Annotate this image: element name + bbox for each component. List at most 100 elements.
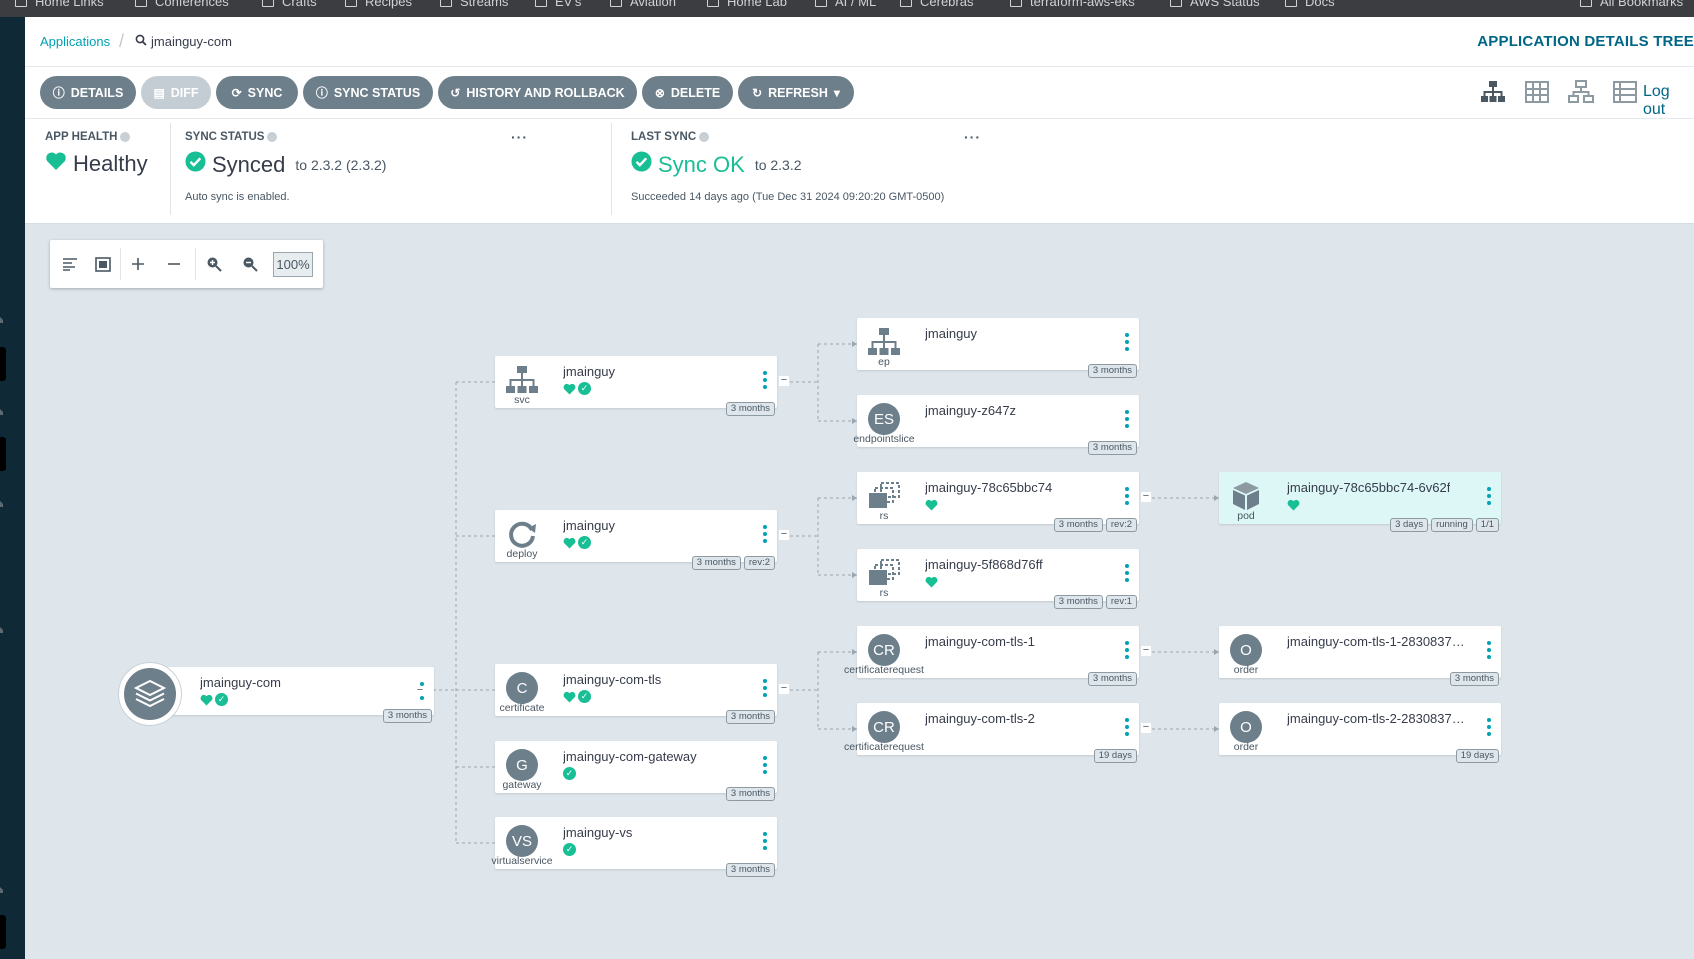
resource-node-endpointslice[interactable]: ES endpointslice jmainguy-z647z 3 months [853,395,1139,455]
node-menu-button[interactable] [1125,564,1129,582]
node-status [925,498,938,511]
node-name: jmainguy-com-tls-1-2830837… [1287,634,1465,649]
node-tags: 3 months [382,709,432,723]
node-menu-button[interactable] [763,756,767,774]
age-tag: 3 days [1390,518,1429,532]
node-status: ✓ [563,382,591,395]
age-tag: 19 days [1093,749,1137,763]
revision-tag: rev:2 [743,556,775,570]
node-menu-button[interactable] [1125,641,1129,659]
resource-node-certificaterequest[interactable]: CR certificaterequest jmainguy-com-tls-2… [844,703,1151,763]
application-icon [119,663,181,725]
collapse-toggle[interactable]: − [1141,645,1151,656]
service-icon [505,363,539,397]
node-tags: 3 months rev:1 [1053,595,1137,609]
node-tags: 3 months [725,402,775,416]
node-kind: certificaterequest [844,741,924,753]
zoom-out-icon[interactable] [238,252,262,276]
resource-node-svc[interactable]: svc jmainguy ✓ 3 months − [495,356,789,416]
node-kind: deploy [506,548,538,560]
node-tags: 19 days [1455,749,1499,763]
divider [195,248,196,280]
ready-tag: 1/1 [1475,518,1499,532]
node-kind: pod [1237,510,1255,522]
collapse-toggle[interactable]: − [779,683,789,694]
pod-icon [1229,479,1263,513]
age-tag: 3 months [1449,672,1499,686]
collapse-toggle[interactable]: − [779,375,789,386]
node-status: ✓ [563,536,591,549]
resource-node-gateway[interactable]: G gateway jmainguy-com-gateway ✓ 3 month… [495,741,777,801]
node-name: jmainguy-com-tls-2 [925,711,1035,726]
resource-node-certificaterequest[interactable]: CR certificaterequest jmainguy-com-tls-1… [844,626,1151,686]
node-menu-button[interactable] [1125,333,1129,351]
node-kind: endpointslice [853,433,915,445]
check-circle-icon: ✓ [578,690,591,703]
node-status: ✓ [200,693,228,706]
node-status [925,575,938,588]
node-status [1287,498,1300,511]
resource-node-deploy[interactable]: deploy jmainguy ✓ 3 months rev:2 − [495,510,789,570]
resource-node-certificate[interactable]: C certificate jmainguy-com-tls ✓ 3 month… [495,664,789,724]
age-tag: 3 months [1053,595,1103,609]
collapse-toggle[interactable]: − [415,685,425,696]
collapse-toggle[interactable]: − [779,529,789,540]
node-menu-button[interactable] [763,525,767,543]
node-kind: ep [878,356,890,368]
age-tag: 3 months [725,863,775,877]
node-name: jmainguy-com [200,675,281,690]
node-name: jmainguy [925,326,978,341]
age-tag: 3 months [1087,672,1137,686]
collapse-all-icon[interactable] [162,252,186,276]
certificaterequest-icon: CR [867,710,901,744]
resource-node-order[interactable]: O order jmainguy-com-tls-2-2830837… 19 d… [1219,703,1501,763]
zoom-in-icon[interactable] [202,252,226,276]
age-tag: 3 months [725,787,775,801]
node-menu-button[interactable] [763,371,767,389]
heart-icon [563,690,576,703]
node-menu-button[interactable] [1125,410,1129,428]
node-menu-button[interactable] [1125,487,1129,505]
collapse-toggle[interactable]: − [1141,491,1151,502]
fit-to-screen-icon[interactable] [91,252,115,276]
align-left-icon[interactable] [58,252,82,276]
zoom-level-input[interactable]: 100% [273,252,313,277]
node-tags: 3 days running 1/1 [1390,518,1499,532]
node-kind: svc [514,394,530,406]
node-tags: 3 months [725,787,775,801]
heart-icon [200,693,213,706]
node-menu-button[interactable] [1125,718,1129,736]
node-kind: certificaterequest [844,664,924,676]
expand-all-icon[interactable] [126,252,150,276]
graph-toolbar: 100% [50,240,323,288]
node-name: jmainguy-78c65bbc74-6v62f [1287,480,1451,495]
virtualservice-icon: VS [505,824,539,858]
check-circle-icon: ✓ [578,536,591,549]
node-name: jmainguy-com-gateway [563,749,697,764]
node-menu-button[interactable] [763,832,767,850]
node-tags: 3 months [1087,441,1137,455]
replicaset-icon [867,479,901,513]
check-circle-icon: ✓ [578,382,591,395]
deployment-icon [505,517,539,551]
endpointslice-icon: ES [867,402,901,436]
node-menu-button[interactable] [1487,487,1491,505]
node-name: jmainguy-vs [563,825,633,840]
node-menu-button[interactable] [1487,718,1491,736]
resource-node-virtualservice[interactable]: VS virtualservice jmainguy-vs ✓ 3 months [491,817,777,877]
node-name: jmainguy-z647z [925,403,1017,418]
resource-node-pod[interactable]: pod jmainguy-78c65bbc74-6v62f 3 days runn… [1219,472,1501,532]
node-status: ✓ [563,690,591,703]
root-node-card[interactable]: jmainguy-com ✓ 3 months [164,667,434,723]
node-menu-button[interactable] [1487,641,1491,659]
resource-node-rs[interactable]: rs jmainguy-78c65bbc74 3 months rev:2 − [857,472,1151,532]
node-menu-button[interactable] [763,679,767,697]
node-name: jmainguy-com-tls-1 [925,634,1035,649]
root-application-node[interactable]: jmainguy-com ✓ 3 months − [119,663,434,725]
node-name: jmainguy-5f868d76ff [925,557,1043,572]
node-kind: rs [879,587,889,599]
collapse-toggle[interactable]: − [1141,722,1151,733]
resource-node-rs[interactable]: rs jmainguy-5f868d76ff 3 months rev:1 [857,549,1139,609]
resource-node-order[interactable]: O order jmainguy-com-tls-1-2830837… 3 mo… [1219,626,1501,686]
resource-node-ep[interactable]: ep jmainguy 3 months [857,318,1139,378]
